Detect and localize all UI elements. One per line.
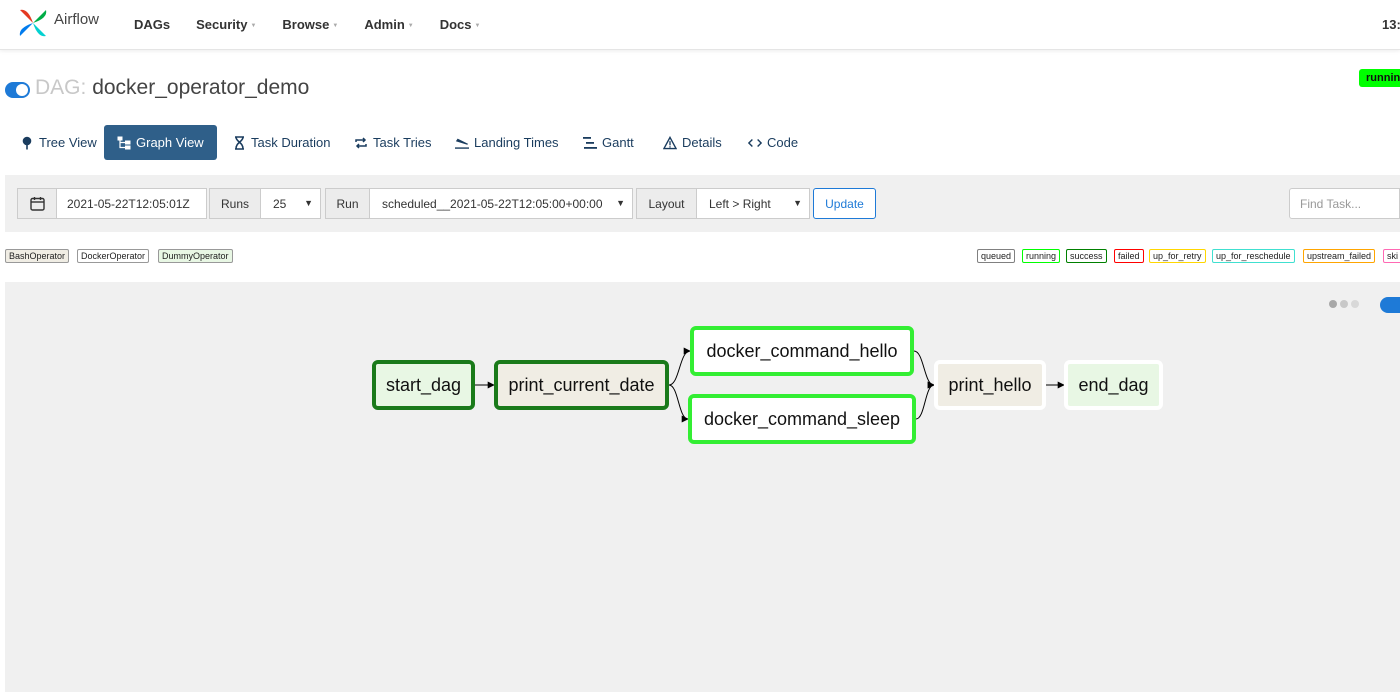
state-chip-upstream-failed[interactable]: upstream_failed [1303, 249, 1376, 263]
tab-label: Landing Times [474, 135, 559, 150]
loading-dot [1329, 300, 1337, 308]
dag-name: docker_operator_demo [92, 76, 310, 99]
nav-item-label: Docs [439, 17, 472, 32]
tab-task-tries[interactable]: Task Tries [354, 125, 432, 160]
plane-landing-icon [455, 136, 469, 150]
run-label: Run [325, 188, 370, 219]
chevron-down-icon: ▼ [616, 198, 625, 208]
caret-down-icon: ▼ [332, 22, 339, 29]
state-chip-success[interactable]: success [1066, 249, 1107, 263]
tab-label: Tree View [39, 135, 97, 150]
brand[interactable]: Airflow [16, 6, 99, 40]
dag-pause-toggle[interactable] [5, 82, 30, 98]
run-value: scheduled__2021-05-22T12:05:00+00:00 [382, 196, 603, 211]
update-button[interactable]: Update [813, 188, 876, 219]
runs-value: 25 [273, 196, 287, 211]
state-chip-running[interactable]: running [1022, 249, 1061, 263]
graph-toolbar: 2021-05-22T12:05:01Z Runs 25 ▼ Run sched… [5, 175, 1400, 232]
tab-label: Graph View [136, 135, 204, 150]
retry-icon [354, 136, 368, 150]
nav-item-security[interactable]: Security ▼ [196, 17, 256, 32]
tab-graph-view[interactable]: Graph View [104, 125, 217, 160]
state-chip-ski[interactable]: ski [1383, 249, 1400, 263]
caret-down-icon: ▼ [250, 22, 257, 29]
auto-refresh-toggle[interactable] [1380, 297, 1400, 313]
nav-item-label: Browse [282, 17, 330, 32]
nav-item-docs[interactable]: Docs ▼ [440, 17, 481, 32]
task-node-docker-command-hello[interactable]: docker_command_hello [690, 326, 914, 376]
find-task-input[interactable]: Find Task... [1289, 188, 1400, 219]
brand-name: Airflow [54, 10, 100, 28]
nav-item-dags[interactable]: DAGs [134, 17, 170, 32]
state-chip-failed[interactable]: failed [1114, 249, 1144, 263]
page-title: DAG: docker_operator_demo [35, 76, 309, 100]
airflow-logo-icon [19, 9, 47, 37]
caret-down-icon: ▼ [474, 22, 481, 29]
tab-task-duration[interactable]: Task Duration [232, 125, 330, 160]
operator-chip-dummyoperator: DummyOperator [158, 249, 233, 263]
tab-label: Gantt [602, 135, 634, 150]
tab-label: Task Tries [373, 135, 432, 150]
warning-triangle-icon [663, 135, 677, 150]
tab-details[interactable]: Details [663, 125, 722, 160]
loading-dots [1329, 300, 1362, 308]
gantt-icon [583, 136, 597, 150]
tab-gantt[interactable]: Gantt [583, 125, 634, 160]
loading-dot [1340, 300, 1348, 308]
state-chip-up-for-retry[interactable]: up_for_retry [1149, 249, 1206, 263]
nav-item-browse[interactable]: Browse ▼ [282, 17, 338, 32]
calendar-button[interactable] [17, 188, 57, 219]
nav-item-admin[interactable]: Admin ▼ [364, 17, 413, 32]
tab-landing-times[interactable]: Landing Times [455, 125, 559, 160]
task-node-print-hello[interactable]: print_hello [934, 360, 1046, 410]
operator-chip-bashoperator: BashOperator [5, 249, 70, 263]
layout-label: Layout [636, 188, 697, 219]
tab-tree-view[interactable]: Tree View [20, 125, 97, 160]
dag-title-prefix: DAG: [35, 76, 87, 99]
tab-label: Code [767, 135, 799, 150]
layout-select[interactable]: Left > Right ▼ [696, 188, 810, 219]
layout-value: Left > Right [709, 196, 771, 211]
loading-dot [1351, 300, 1359, 308]
state-chip-queued[interactable]: queued [977, 249, 1016, 263]
hourglass-icon [232, 135, 246, 150]
run-select[interactable]: scheduled__2021-05-22T12:05:00+00:00 ▼ [369, 188, 633, 219]
nav-item-label: DAGs [134, 17, 171, 32]
chevron-down-icon: ▼ [304, 198, 313, 208]
runs-label: Runs [209, 188, 261, 219]
tab-label: Task Duration [251, 135, 331, 150]
clock: 13: [1382, 17, 1400, 32]
tree-icon [20, 136, 34, 150]
task-node-end-dag[interactable]: end_dag [1064, 360, 1163, 410]
base-date-input[interactable]: 2021-05-22T12:05:01Z [56, 188, 207, 219]
chevron-down-icon: ▼ [793, 198, 802, 208]
code-icon [748, 136, 762, 150]
top-navbar: Airflow DAGs Security ▼ Browse ▼ Admin ▼ Docs ▼ … [0, 0, 1400, 50]
graph-icon [117, 136, 131, 150]
nav-item-label: Security [196, 17, 248, 32]
tab-code[interactable]: Code [748, 125, 798, 160]
dag-state-badge: running [1359, 69, 1400, 87]
caret-down-icon: ▼ [407, 22, 414, 29]
task-node-print-current-date[interactable]: print_current_date [494, 360, 669, 410]
operator-chip-dockeroperator: DockerOperator [77, 249, 150, 263]
calendar-icon [29, 197, 45, 211]
nav-item-label: Admin [364, 17, 405, 32]
main-nav: DAGs Security ▼ Browse ▼ Admin ▼ Docs ▼ [134, 17, 506, 32]
task-node-start-dag[interactable]: start_dag [372, 360, 475, 410]
task-node-docker-command-sleep[interactable]: docker_command_sleep [688, 394, 916, 444]
state-chip-up-for-reschedule[interactable]: up_for_reschedule [1212, 249, 1295, 263]
tab-label: Details [682, 135, 722, 150]
runs-select[interactable]: 25 ▼ [260, 188, 321, 219]
view-tabs: Tree View Graph View Task Duration Task Tri… [0, 125, 1400, 161]
